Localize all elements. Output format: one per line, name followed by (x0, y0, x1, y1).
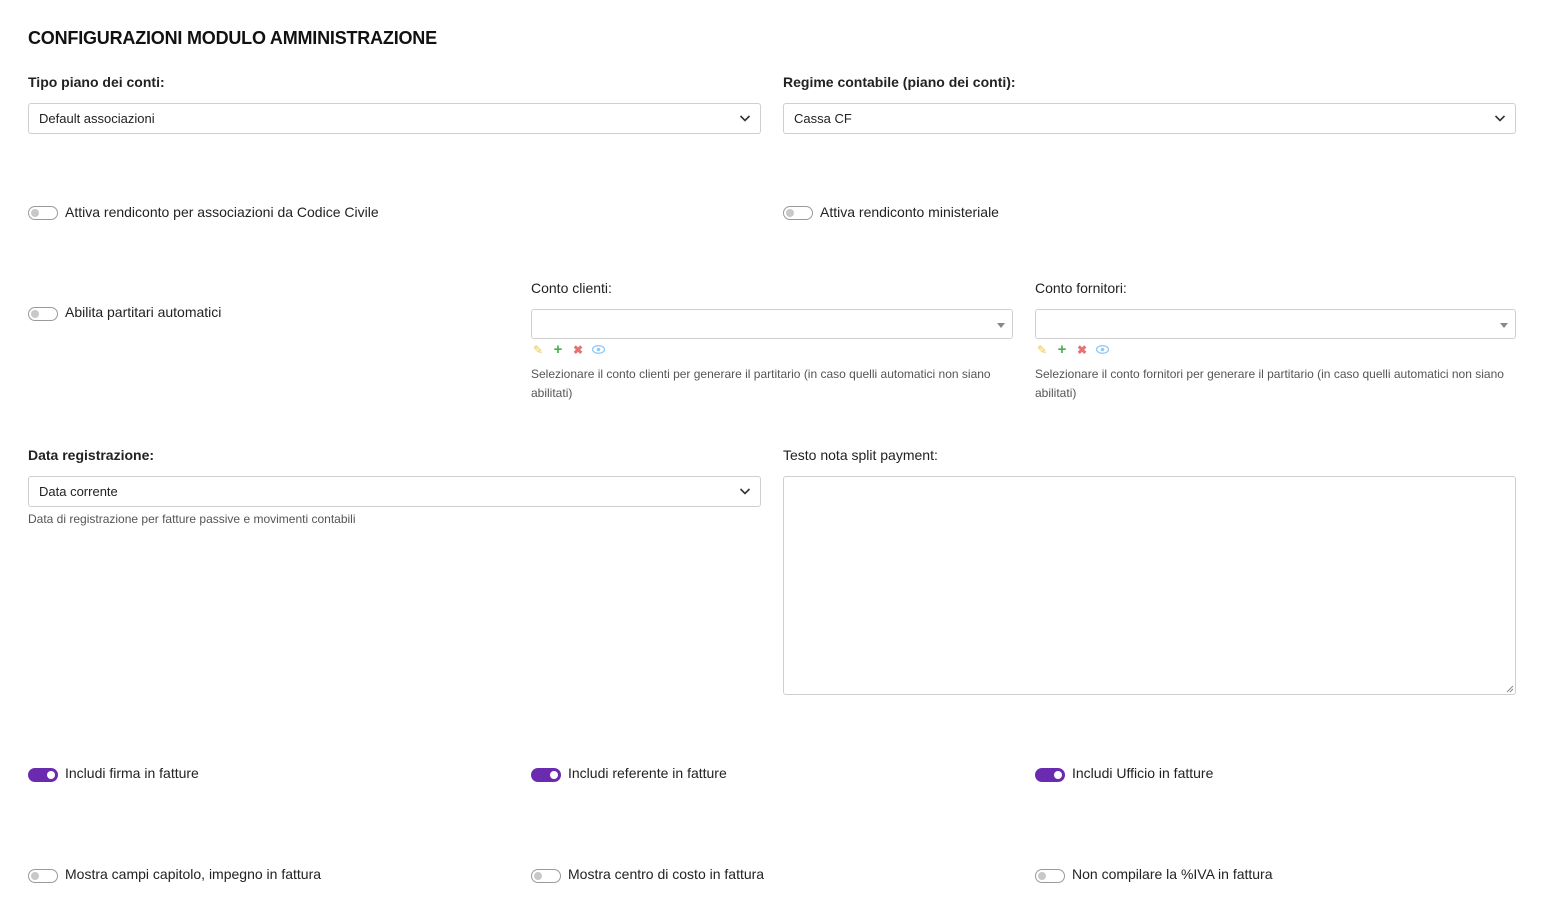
toggle-knob (31, 872, 39, 880)
conto-fornitori-help: Selezionare il conto fornitori per gener… (1035, 367, 1504, 400)
toggle-rendiconto-ministeriale-label: Attiva rendiconto ministeriale (820, 204, 999, 220)
toggle-iva-label: Non compilare la %IVA in fattura (1072, 866, 1273, 882)
toggle-capitolo-label: Mostra campi capitolo, impegno in fattur… (65, 866, 322, 882)
toggle-referente[interactable] (531, 768, 561, 782)
toggle-firma-label: Includi firma in fatture (65, 765, 199, 781)
toggle-partitari[interactable] (28, 307, 58, 321)
conto-fornitori-actions: ✎ + ✖ (1035, 342, 1109, 357)
resize-handle-icon[interactable] (1505, 684, 1514, 693)
conto-clienti-actions: ✎ + ✖ (531, 342, 605, 357)
eye-icon[interactable] (591, 344, 605, 356)
regime-select[interactable]: Cassa CF (783, 103, 1516, 134)
conto-clienti-label: Conto clienti: (531, 280, 612, 296)
plus-icon[interactable]: + (1055, 342, 1069, 357)
toggle-rendiconto-cc[interactable] (28, 206, 58, 220)
chevron-down-icon (739, 488, 751, 495)
toggle-referente-label: Includi referente in fatture (568, 765, 727, 781)
eye-icon[interactable] (1095, 344, 1109, 356)
pencil-icon[interactable]: ✎ (531, 344, 545, 356)
toggle-rendiconto-ministeriale[interactable] (783, 206, 813, 220)
toggle-firma[interactable] (28, 768, 58, 782)
toggle-ufficio[interactable] (1035, 768, 1065, 782)
tipo-piano-value: Default associazioni (39, 111, 155, 126)
toggle-knob (786, 209, 794, 217)
regime-value: Cassa CF (794, 111, 852, 126)
toggle-partitari-label: Abilita partitari automatici (65, 304, 222, 320)
split-payment-textarea[interactable] (783, 476, 1516, 695)
toggle-ufficio-label: Includi Ufficio in fatture (1072, 765, 1214, 781)
delete-icon[interactable]: ✖ (571, 344, 585, 356)
conto-clienti-select[interactable] (531, 309, 1013, 339)
toggle-knob (47, 771, 55, 779)
toggle-knob (550, 771, 558, 779)
toggle-knob (31, 209, 39, 217)
tipo-piano-select[interactable]: Default associazioni (28, 103, 761, 134)
data-registrazione-select[interactable]: Data corrente (28, 476, 761, 507)
toggle-centro-costo-label: Mostra centro di costo in fattura (568, 866, 765, 882)
caret-down-icon (1500, 323, 1508, 328)
page-title: CONFIGURAZIONI MODULO AMMINISTRAZIONE (28, 28, 437, 48)
delete-icon[interactable]: ✖ (1075, 344, 1089, 356)
chevron-down-icon (1494, 115, 1506, 122)
plus-icon[interactable]: + (551, 342, 565, 357)
conto-fornitori-select[interactable] (1035, 309, 1516, 339)
toggle-knob (1038, 872, 1046, 880)
tipo-piano-label: Tipo piano dei conti: (28, 74, 165, 90)
toggle-iva[interactable] (1035, 869, 1065, 883)
toggle-knob (534, 872, 542, 880)
toggle-rendiconto-cc-label: Attiva rendiconto per associazioni da Co… (65, 204, 379, 220)
toggle-knob (31, 310, 39, 318)
chevron-down-icon (739, 115, 751, 122)
pencil-icon[interactable]: ✎ (1035, 344, 1049, 356)
caret-down-icon (997, 323, 1005, 328)
split-payment-label: Testo nota split payment: (783, 447, 938, 463)
data-registrazione-value: Data corrente (39, 484, 118, 499)
conto-fornitori-label: Conto fornitori: (1035, 280, 1127, 296)
conto-clienti-help: Selezionare il conto clienti per generar… (531, 367, 991, 400)
toggle-centro-costo[interactable] (531, 869, 561, 883)
regime-label: Regime contabile (piano dei conti): (783, 74, 1016, 90)
data-registrazione-help: Data di registrazione per fatture passiv… (28, 512, 356, 526)
data-registrazione-label: Data registrazione: (28, 447, 155, 463)
toggle-knob (1054, 771, 1062, 779)
toggle-capitolo[interactable] (28, 869, 58, 883)
